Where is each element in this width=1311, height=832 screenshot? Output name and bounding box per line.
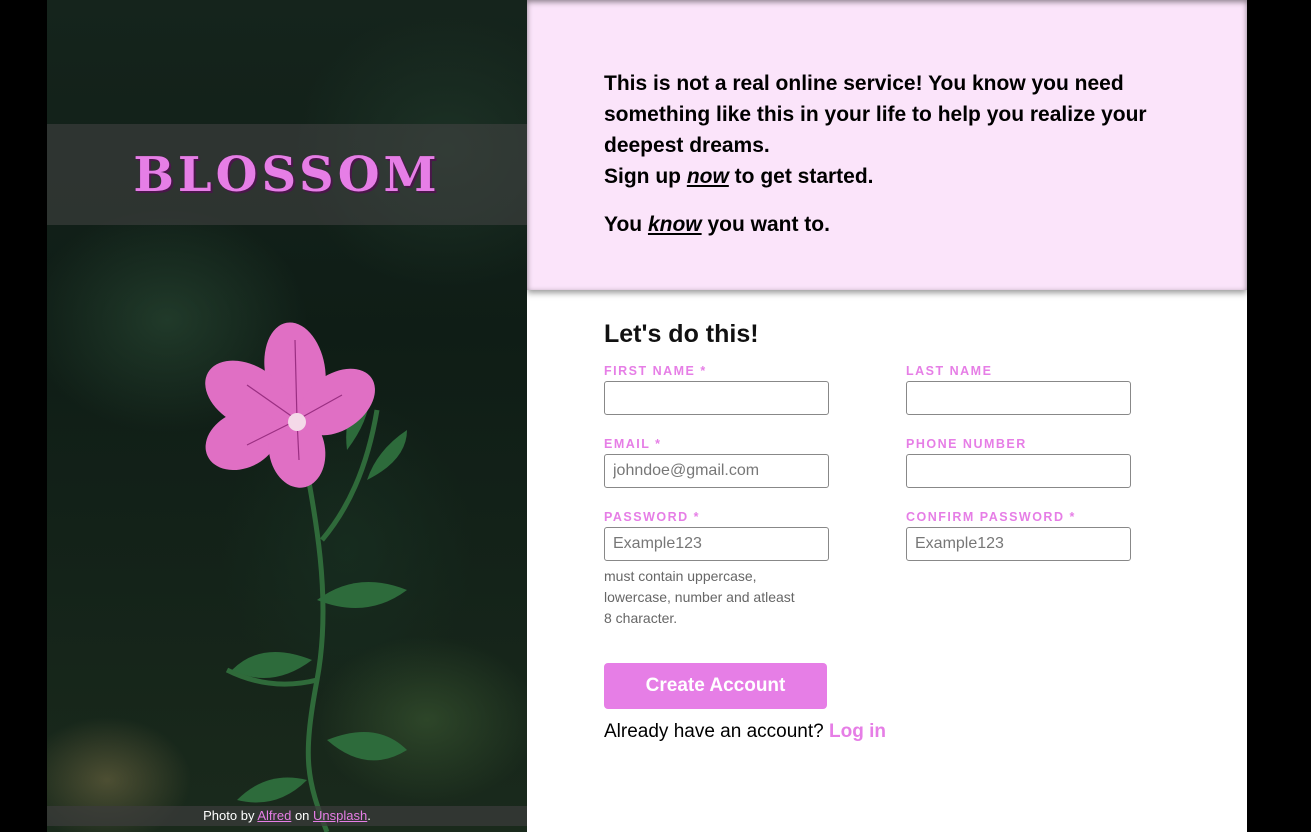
first-name-group: FIRST NAME * — [604, 364, 906, 415]
credit-site-link[interactable]: Unsplash — [313, 808, 367, 823]
signup-form: Let's do this! FIRST NAME * LAST NAME EM… — [527, 290, 1247, 743]
intro-text: This is not a real online service! You k… — [604, 72, 1147, 157]
credit-suffix: . — [367, 808, 371, 823]
first-name-input[interactable] — [604, 381, 829, 415]
last-name-group: LAST NAME — [906, 364, 1131, 415]
know-post: you want to. — [701, 213, 830, 236]
know-emphasis: know — [647, 213, 702, 236]
email-group: EMAIL * — [604, 437, 906, 488]
credit-prefix: Photo by — [203, 808, 255, 823]
signup-emphasis: now — [686, 165, 729, 188]
login-link[interactable]: Log in — [829, 721, 886, 742]
phone-input[interactable] — [906, 454, 1131, 488]
last-name-label: LAST NAME — [906, 364, 993, 378]
signup-post: to get started. — [728, 165, 874, 188]
login-prompt: Already have an account? Log in — [604, 721, 1247, 743]
phone-label: PHONE NUMBER — [906, 437, 1027, 451]
create-account-button[interactable]: Create Account — [604, 663, 827, 709]
password-input[interactable] — [604, 527, 829, 561]
first-name-label: FIRST NAME * — [604, 364, 707, 378]
confirm-password-label: CONFIRM PASSWORD * — [906, 510, 1076, 524]
flower-illustration — [205, 322, 407, 832]
photo-credit: Photo by Alfred on Unsplash. — [47, 806, 527, 826]
last-name-input[interactable] — [906, 381, 1131, 415]
credit-middle: on — [294, 808, 310, 823]
page: BLOSSOM Photo by Alfred on Unsplash. Thi… — [47, 0, 1247, 832]
password-hint: must contain uppercase, lowercase, numbe… — [604, 568, 795, 626]
know-paragraph: You know you want to. — [604, 209, 1167, 240]
intro-paragraph: This is not a real online service! You k… — [604, 68, 1167, 192]
signup-panel: This is not a real online service! You k… — [527, 0, 1247, 832]
know-pre: You — [604, 213, 648, 236]
phone-group: PHONE NUMBER — [906, 437, 1131, 488]
email-label: EMAIL * — [604, 437, 662, 451]
password-group: PASSWORD * must contain uppercase, lower… — [604, 510, 906, 629]
password-label: PASSWORD * — [604, 510, 701, 524]
credit-author-link[interactable]: Alfred — [257, 808, 291, 823]
confirm-password-group: CONFIRM PASSWORD * — [906, 510, 1131, 629]
intro-box: This is not a real online service! You k… — [527, 0, 1247, 290]
form-grid: FIRST NAME * LAST NAME EMAIL * PHONE NUM… — [604, 364, 1247, 651]
signup-pre: Sign up — [604, 165, 687, 188]
brand-logo: BLOSSOM — [133, 146, 441, 203]
confirm-password-input[interactable] — [906, 527, 1131, 561]
hero-image-panel: BLOSSOM Photo by Alfred on Unsplash. — [47, 0, 527, 832]
login-prompt-text: Already have an account? — [604, 721, 824, 742]
email-input[interactable] — [604, 454, 829, 488]
form-title: Let's do this! — [604, 320, 759, 348]
brand-band: BLOSSOM — [47, 124, 527, 225]
